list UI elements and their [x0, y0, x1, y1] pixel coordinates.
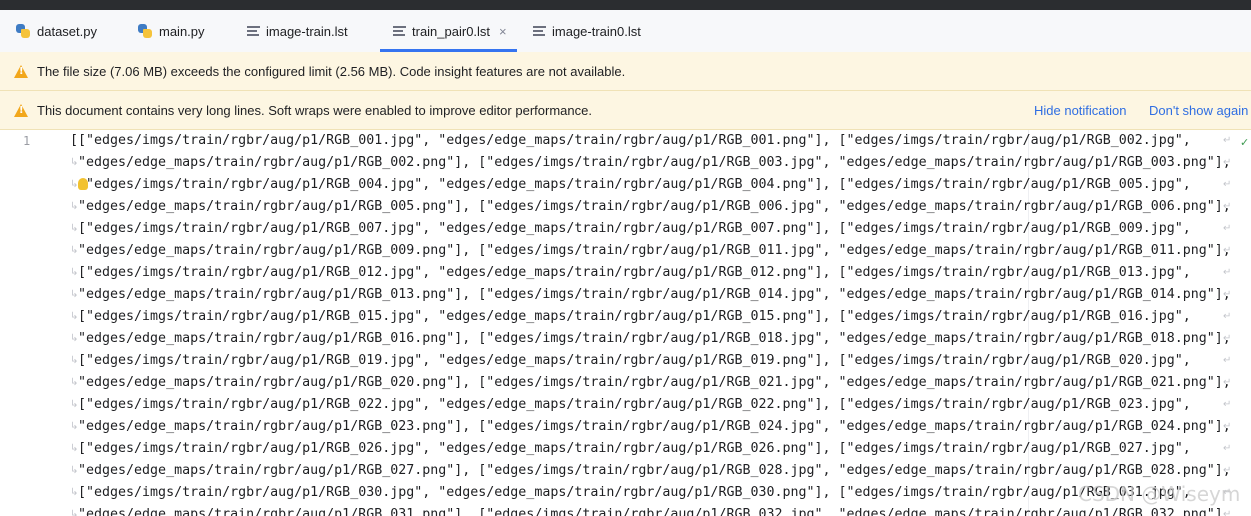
tab-label: main.py — [159, 23, 205, 39]
text-file-icon — [393, 25, 406, 37]
tab-label: image-train0.lst — [552, 23, 641, 39]
soft-wrap-continue-icon: ↳ — [70, 509, 79, 516]
code-line[interactable]: "edges/edge_maps/train/rgbr/aug/p1/RGB_0… — [70, 284, 1230, 306]
soft-wrap-icon: ↵ — [1223, 157, 1232, 168]
soft-wrap-continue-icon: ↳ — [70, 201, 79, 212]
soft-wrap-continue-icon: ↳ — [70, 355, 79, 366]
watermark: CSDN @Wiseym — [1078, 482, 1241, 506]
soft-wrap-continue-icon: ↳ — [70, 311, 79, 322]
code-line[interactable]: "edges/imgs/train/rgbr/aug/p1/RGB_004.jp… — [70, 174, 1230, 196]
tab-label: train_pair0.lst — [412, 23, 491, 39]
soft-wrap-icon: ↵ — [1223, 201, 1232, 212]
soft-wrap-icon: ↵ — [1223, 399, 1232, 410]
python-file-icon — [137, 23, 153, 39]
soft-wrap-continue-icon: ↳ — [70, 465, 79, 476]
soft-wrap-icon: ↵ — [1223, 421, 1232, 432]
code-line[interactable]: ["edges/imgs/train/rgbr/aug/p1/RGB_019.j… — [70, 350, 1230, 372]
code-line[interactable]: "edges/edge_maps/train/rgbr/aug/p1/RGB_0… — [70, 152, 1230, 174]
soft-wrap-icon: ↵ — [1223, 267, 1232, 278]
close-icon[interactable]: × — [499, 24, 507, 39]
soft-wrap-icon: ↵ — [1223, 333, 1232, 344]
tab-main-py[interactable]: main.py — [137, 10, 205, 52]
line-number-gutter: 1 — [0, 130, 68, 516]
soft-wrap-continue-icon: ↳ — [70, 333, 79, 344]
code-editor[interactable]: 1 ✓ [["edges/imgs/train/rgbr/aug/p1/RGB_… — [0, 130, 1251, 516]
soft-wrap-continue-icon: ↳ — [70, 487, 79, 498]
code-line[interactable]: "edges/edge_maps/train/rgbr/aug/p1/RGB_0… — [70, 196, 1230, 218]
file-size-warning-banner: The file size (7.06 MB) exceeds the conf… — [0, 52, 1251, 91]
soft-wrap-icon: ↵ — [1223, 135, 1232, 146]
dont-show-again-link[interactable]: Don't show again — [1149, 103, 1248, 118]
soft-wrap-icon: ↵ — [1223, 443, 1232, 454]
text-file-icon — [533, 25, 546, 37]
code-line[interactable]: ["edges/imgs/train/rgbr/aug/p1/RGB_026.j… — [70, 438, 1230, 460]
text-file-icon — [247, 25, 260, 37]
window-title-strip — [0, 0, 1251, 10]
banner-text: The file size (7.06 MB) exceeds the conf… — [37, 63, 626, 79]
code-line[interactable]: ["edges/imgs/train/rgbr/aug/p1/RGB_007.j… — [70, 218, 1230, 240]
code-line[interactable]: "edges/edge_maps/train/rgbr/aug/p1/RGB_0… — [70, 372, 1230, 394]
soft-wrap-icon: ↵ — [1223, 355, 1232, 366]
soft-wrap-icon: ↵ — [1223, 311, 1232, 322]
tab-label: dataset.py — [37, 23, 97, 39]
soft-wrap-icon: ↵ — [1223, 245, 1232, 256]
long-lines-banner: This document contains very long lines. … — [0, 91, 1251, 130]
warning-icon — [14, 103, 28, 117]
hide-notification-link[interactable]: Hide notification — [1034, 103, 1127, 118]
soft-wrap-icon: ↵ — [1223, 465, 1232, 476]
soft-wrap-icon: ↵ — [1223, 179, 1232, 190]
code-line[interactable]: ["edges/imgs/train/rgbr/aug/p1/RGB_012.j… — [70, 262, 1230, 284]
tab-label: image-train.lst — [266, 23, 348, 39]
code-line[interactable]: "edges/edge_maps/train/rgbr/aug/p1/RGB_0… — [70, 328, 1230, 350]
code-line[interactable]: ["edges/imgs/train/rgbr/aug/p1/RGB_022.j… — [70, 394, 1230, 416]
editor-tab-bar: dataset.py main.py image-train.lst train… — [0, 10, 1251, 53]
soft-wrap-continue-icon: ↳ — [70, 245, 79, 256]
banner-text: This document contains very long lines. … — [37, 102, 592, 118]
soft-wrap-continue-icon: ↳ — [70, 399, 79, 410]
soft-wrap-continue-icon: ↳ — [70, 179, 79, 190]
soft-wrap-continue-icon: ↳ — [70, 377, 79, 388]
tab-image-train0-lst[interactable]: image-train0.lst — [533, 10, 641, 52]
soft-wrap-icon: ↵ — [1223, 377, 1232, 388]
soft-wrap-continue-icon: ↳ — [70, 267, 79, 278]
soft-wrap-continue-icon: ↳ — [70, 223, 79, 234]
soft-wrap-continue-icon: ↳ — [70, 157, 79, 168]
code-line[interactable]: "edges/edge_maps/train/rgbr/aug/p1/RGB_0… — [70, 504, 1230, 516]
tab-train-pair0-lst[interactable]: train_pair0.lst × — [380, 10, 517, 52]
soft-wrap-continue-icon: ↳ — [70, 443, 79, 454]
tab-image-train-lst[interactable]: image-train.lst — [247, 10, 348, 52]
soft-wrap-icon: ↵ — [1223, 509, 1232, 516]
warning-icon — [14, 64, 28, 78]
code-line[interactable]: ["edges/imgs/train/rgbr/aug/p1/RGB_030.j… — [70, 482, 1230, 504]
soft-wrap-continue-icon: ↳ — [70, 289, 79, 300]
tab-dataset-py[interactable]: dataset.py — [15, 10, 97, 52]
code-content[interactable]: [["edges/imgs/train/rgbr/aug/p1/RGB_001.… — [70, 130, 1230, 516]
soft-wrap-icon: ↵ — [1223, 289, 1232, 300]
python-file-icon — [15, 23, 31, 39]
code-line[interactable]: "edges/edge_maps/train/rgbr/aug/p1/RGB_0… — [70, 416, 1230, 438]
code-line[interactable]: "edges/edge_maps/train/rgbr/aug/p1/RGB_0… — [70, 240, 1230, 262]
soft-wrap-continue-icon: ↳ — [70, 421, 79, 432]
code-line[interactable]: "edges/edge_maps/train/rgbr/aug/p1/RGB_0… — [70, 460, 1230, 482]
code-line[interactable]: ["edges/imgs/train/rgbr/aug/p1/RGB_015.j… — [70, 306, 1230, 328]
inspection-ok-icon[interactable]: ✓ — [1240, 136, 1249, 149]
soft-wrap-icon: ↵ — [1223, 223, 1232, 234]
line-number: 1 — [23, 134, 31, 148]
code-line[interactable]: [["edges/imgs/train/rgbr/aug/p1/RGB_001.… — [70, 130, 1230, 152]
